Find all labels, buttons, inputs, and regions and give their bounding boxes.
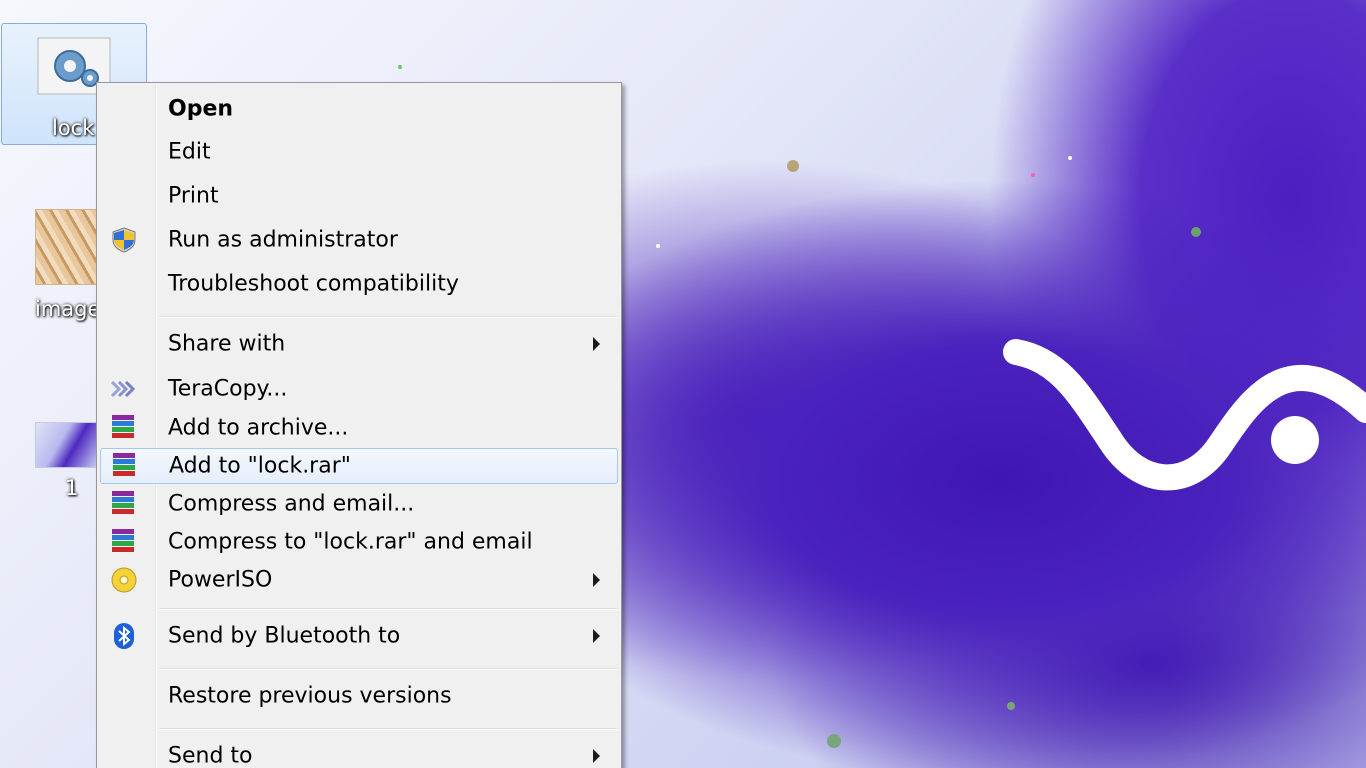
menu-item-poweriso[interactable]: PowerISO [100,562,618,598]
menu-item-label: TeraCopy... [168,376,288,402]
menu-separator [159,316,617,318]
menu-separator [159,608,617,610]
menu-item-add-to-archive[interactable]: Add to archive... [100,410,618,446]
poweriso-icon [111,567,137,593]
desktop-icon-label: 1 [65,476,79,500]
submenu-arrow-icon [593,573,600,587]
menu-item-send-to[interactable]: Send to [100,738,618,768]
menu-item-add-to-lock-rar[interactable]: Add to "lock.rar" [100,448,618,484]
menu-item-label: Edit [168,139,211,165]
menu-item-label: Send to [168,743,253,768]
menu-item-label: Compress to "lock.rar" and email [168,529,533,555]
menu-item-troubleshoot-compatibility[interactable]: Troubleshoot compatibility [100,266,618,302]
submenu-arrow-icon [593,629,600,643]
menu-item-teracopy[interactable]: TeraCopy... [100,371,618,407]
menu-item-label: Compress and email... [168,491,415,517]
menu-item-label: Print [168,183,219,209]
submenu-arrow-icon [593,749,600,763]
menu-item-label: Share with [168,331,286,357]
menu-separator [159,668,617,670]
winrar-icon [110,490,138,518]
menu-item-compress-to-lock-rar-and-email[interactable]: Compress to "lock.rar" and email [100,524,618,560]
menu-item-print[interactable]: Print [100,178,618,214]
image-thumbnail-icon [35,422,99,468]
menu-item-compress-and-email[interactable]: Compress and email... [100,486,618,522]
menu-item-label: Add to "lock.rar" [169,453,351,479]
bluetooth-icon [114,623,134,649]
menu-item-label: Restore previous versions [168,683,452,709]
menu-item-label: Open [168,96,234,122]
submenu-arrow-icon [593,337,600,351]
menu-item-share-with[interactable]: Share with [100,326,618,362]
menu-item-label: PowerISO [168,567,273,593]
menu-separator [159,728,617,730]
menu-item-label: Run as administrator [168,227,398,253]
desktop-icon-label: lock [52,116,95,140]
desktop: lock image 1 Open Edit Print Run as admi… [0,0,1366,768]
winrar-icon [110,528,138,556]
menu-item-label: Send by Bluetooth to [168,623,401,649]
menu-item-label: Troubleshoot compatibility [168,271,459,297]
uac-shield-icon [112,227,136,253]
menu-item-open[interactable]: Open [100,91,618,127]
teracopy-icon [110,380,136,398]
winrar-icon [111,452,139,480]
menu-item-label: Add to archive... [168,415,349,441]
menu-item-edit[interactable]: Edit [100,134,618,170]
menu-item-send-by-bluetooth[interactable]: Send by Bluetooth to [100,618,618,654]
image-thumbnail-icon [35,209,99,285]
menu-item-restore-previous-versions[interactable]: Restore previous versions [100,678,618,714]
context-menu: Open Edit Print Run as administrator Tro… [96,82,622,768]
desktop-icon-label: image [35,297,101,321]
winrar-icon [110,414,138,442]
menu-item-run-as-administrator[interactable]: Run as administrator [100,222,618,258]
